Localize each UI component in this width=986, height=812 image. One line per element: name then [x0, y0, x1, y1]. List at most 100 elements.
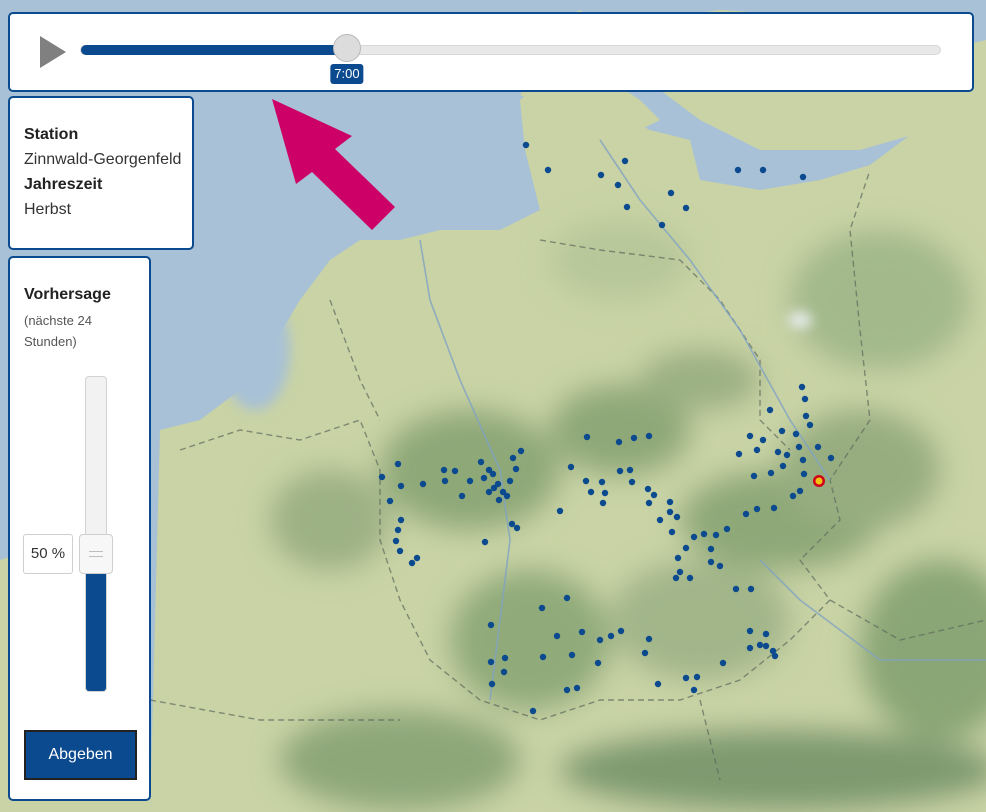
station-dot[interactable] — [690, 533, 698, 541]
station-dot[interactable] — [682, 204, 690, 212]
station-dot[interactable] — [451, 467, 459, 475]
station-dot[interactable] — [700, 530, 708, 538]
station-dot[interactable] — [795, 443, 803, 451]
station-dot[interactable] — [488, 680, 496, 688]
station-dot[interactable] — [501, 654, 509, 662]
station-dot[interactable] — [567, 463, 575, 471]
station-dot[interactable] — [770, 504, 778, 512]
station-dot[interactable] — [732, 585, 740, 593]
station-dot[interactable] — [746, 627, 754, 635]
station-dot[interactable] — [489, 470, 497, 478]
station-dot[interactable] — [517, 447, 525, 455]
station-dot[interactable] — [673, 513, 681, 521]
station-dot[interactable] — [667, 189, 675, 197]
station-dot[interactable] — [746, 644, 754, 652]
station-dot[interactable] — [800, 470, 808, 478]
station-dot[interactable] — [792, 430, 800, 438]
station-dot[interactable] — [747, 585, 755, 593]
station-dot[interactable] — [568, 651, 576, 659]
station-dot[interactable] — [419, 480, 427, 488]
station-dot[interactable] — [759, 166, 767, 174]
station-dot[interactable] — [716, 562, 724, 570]
station-dot[interactable] — [563, 594, 571, 602]
station-dot[interactable] — [650, 491, 658, 499]
station-dot[interactable] — [827, 454, 835, 462]
station-dot[interactable] — [774, 448, 782, 456]
station-dot[interactable] — [753, 446, 761, 454]
station-dot[interactable] — [594, 659, 602, 667]
station-dot[interactable] — [762, 630, 770, 638]
station-dot[interactable] — [621, 157, 629, 165]
station-dot[interactable] — [466, 477, 474, 485]
station-dot[interactable] — [796, 487, 804, 495]
station-dot[interactable] — [771, 652, 779, 660]
station-dot[interactable] — [767, 469, 775, 477]
station-dot[interactable] — [578, 628, 586, 636]
station-dot[interactable] — [779, 462, 787, 470]
station-dot[interactable] — [645, 499, 653, 507]
station-dot[interactable] — [645, 635, 653, 643]
station-dot[interactable] — [392, 537, 400, 545]
station-dot[interactable] — [756, 641, 764, 649]
station-dot[interactable] — [440, 466, 448, 474]
station-dot[interactable] — [723, 525, 731, 533]
station-dot[interactable] — [615, 438, 623, 446]
station-dot[interactable] — [666, 498, 674, 506]
station-dot[interactable] — [458, 492, 466, 500]
station-dot[interactable] — [750, 472, 758, 480]
station-dot[interactable] — [746, 432, 754, 440]
station-dot[interactable] — [503, 492, 511, 500]
station-dot[interactable] — [441, 477, 449, 485]
station-dot[interactable] — [690, 686, 698, 694]
station-dot[interactable] — [641, 649, 649, 657]
time-slider-track[interactable] — [80, 45, 941, 55]
station-dot[interactable] — [487, 658, 495, 666]
station-dot[interactable] — [573, 684, 581, 692]
station-dot[interactable] — [480, 474, 488, 482]
station-dot[interactable] — [616, 467, 624, 475]
station-dot[interactable] — [645, 432, 653, 440]
station-dot[interactable] — [512, 465, 520, 473]
station-dot[interactable] — [672, 574, 680, 582]
station-dot[interactable] — [563, 686, 571, 694]
station-dot[interactable] — [413, 554, 421, 562]
station-dot[interactable] — [658, 221, 666, 229]
station-dot[interactable] — [734, 166, 742, 174]
station-dot[interactable] — [802, 412, 810, 420]
station-dot[interactable] — [582, 477, 590, 485]
station-dot[interactable] — [522, 141, 530, 149]
station-dot[interactable] — [735, 450, 743, 458]
station-dot[interactable] — [481, 538, 489, 546]
station-dot[interactable] — [386, 497, 394, 505]
station-dot[interactable] — [397, 516, 405, 524]
station-dot[interactable] — [799, 456, 807, 464]
station-dot[interactable] — [644, 485, 652, 493]
station-dot[interactable] — [666, 508, 674, 516]
station-dot[interactable] — [513, 524, 521, 532]
play-icon[interactable] — [40, 36, 66, 68]
station-dot[interactable] — [556, 507, 564, 515]
station-dot[interactable] — [676, 568, 684, 576]
station-dot[interactable] — [596, 636, 604, 644]
station-dot[interactable] — [394, 526, 402, 534]
station-dot[interactable] — [682, 674, 690, 682]
station-dot[interactable] — [617, 627, 625, 635]
station-dot[interactable] — [623, 203, 631, 211]
station-dot[interactable] — [630, 434, 638, 442]
station-dot[interactable] — [628, 478, 636, 486]
station-dot[interactable] — [506, 477, 514, 485]
station-dot[interactable] — [397, 482, 405, 490]
station-dot[interactable] — [544, 166, 552, 174]
submit-button[interactable]: Abgeben — [24, 730, 137, 780]
station-dot[interactable] — [766, 406, 774, 414]
station-dot[interactable] — [490, 484, 498, 492]
station-dot[interactable] — [495, 496, 503, 504]
probability-slider-handle[interactable] — [79, 534, 113, 574]
station-dot[interactable] — [601, 489, 609, 497]
station-dot[interactable] — [396, 547, 404, 555]
station-dot[interactable] — [778, 427, 786, 435]
station-dot[interactable] — [553, 632, 561, 640]
station-dot[interactable] — [668, 528, 676, 536]
station-dot[interactable] — [597, 171, 605, 179]
station-dot[interactable] — [759, 436, 767, 444]
